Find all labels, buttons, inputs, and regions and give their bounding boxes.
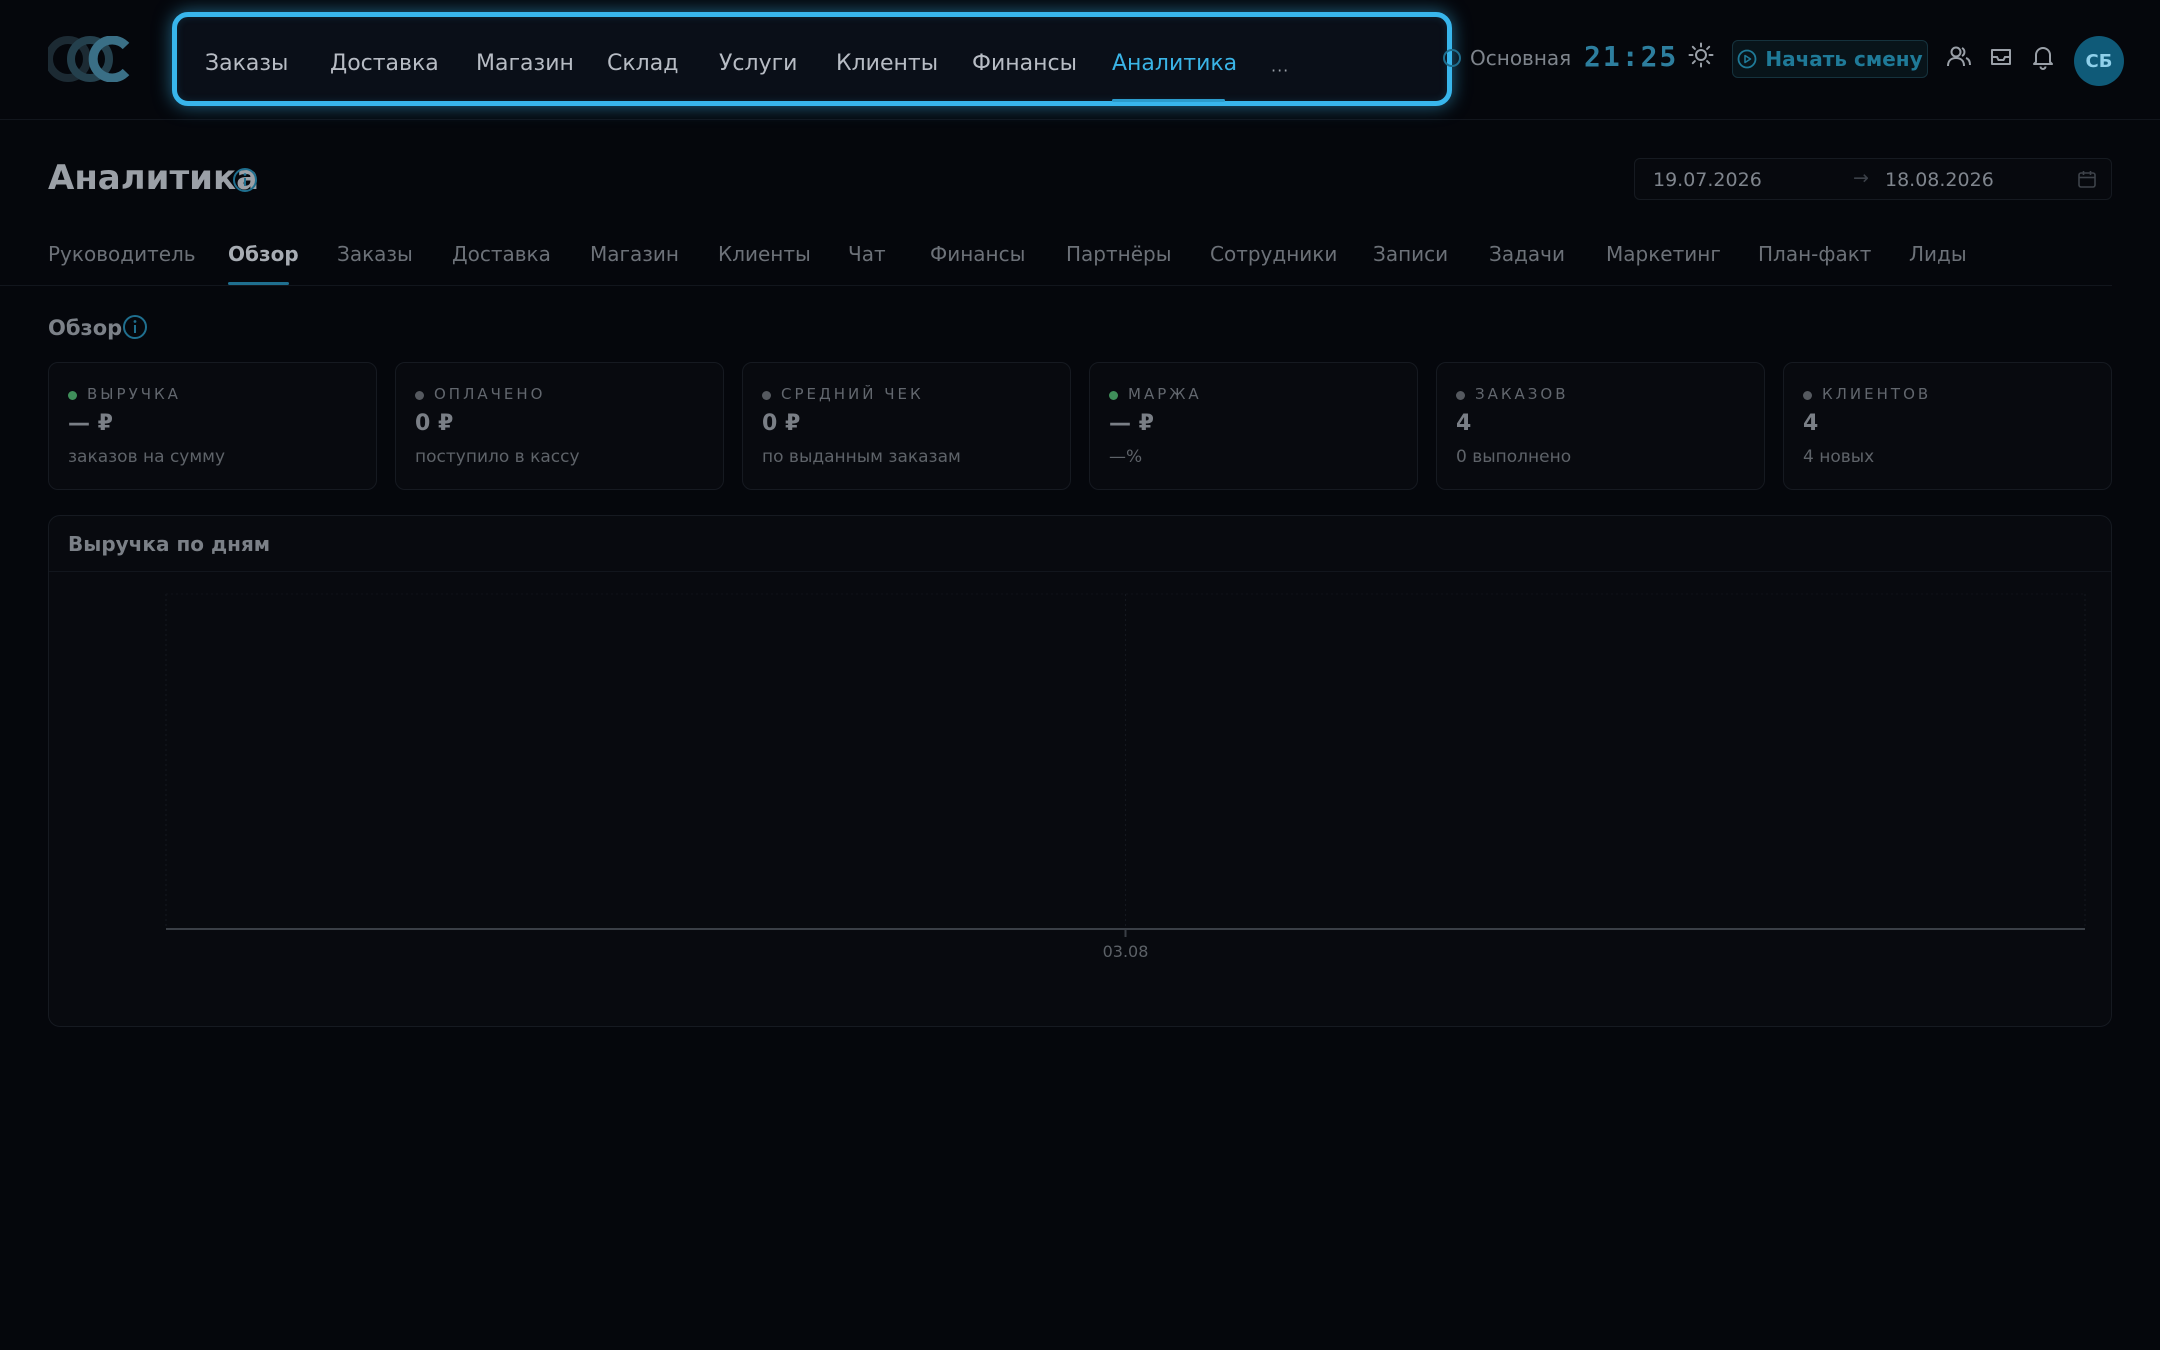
status-dot [1456, 391, 1465, 400]
inbox-icon[interactable] [1988, 44, 2014, 70]
tab-active-underline [228, 282, 289, 285]
kpi-label: СРЕДНИЙ ЧЕК [781, 385, 924, 403]
tab-chat[interactable]: Чат [848, 242, 886, 266]
tab-finance[interactable]: Финансы [930, 242, 1025, 266]
tab-delivery[interactable]: Доставка [452, 242, 551, 266]
kpi-value: 4 [1803, 411, 1819, 436]
kpi-label: МАРЖА [1128, 385, 1202, 403]
section-title: Обзор [48, 316, 123, 340]
kpi-subtitle: 4 новых [1803, 447, 1875, 467]
kpi-subtitle: 0 выполнено [1456, 447, 1572, 467]
tab-appointments[interactable]: Записи [1373, 242, 1448, 266]
info-icon[interactable] [122, 314, 148, 340]
chart-header: Выручка по дням [49, 516, 2111, 572]
avatar[interactable]: СБ [2074, 36, 2124, 86]
status-dot [415, 391, 424, 400]
nav-active-underline [1112, 99, 1225, 102]
nav-item-delivery[interactable]: Доставка [330, 51, 439, 76]
tab-overview[interactable]: Обзор [228, 242, 299, 266]
tab-partners[interactable]: Партнёры [1066, 242, 1172, 266]
branch-selector[interactable]: Основная [1442, 46, 1571, 70]
date-to[interactable]: 18.08.2026 [1885, 169, 1994, 191]
kpi-label: ВЫРУЧКА [87, 385, 181, 403]
kpi-card-clients: КЛИЕНТОВ 4 4 новых [1783, 362, 2112, 490]
main-nav: Заказы Доставка Магазин Склад Услуги Кли… [172, 12, 1452, 106]
branch-label: Основная [1470, 46, 1572, 70]
revenue-chart-panel: Выручка по дням 03.08 [48, 515, 2112, 1027]
page-title: Аналитика [48, 158, 260, 198]
date-range-picker[interactable]: 19.07.2026 → 18.08.2026 [1634, 158, 2112, 200]
tab-plan-fact[interactable]: План-факт [1758, 242, 1871, 266]
start-shift-label: Начать смену [1765, 47, 1923, 71]
kpi-value: 0 ₽ [762, 411, 801, 436]
analytics-tabs: Руководитель Обзор Заказы Доставка Магаз… [0, 238, 2112, 286]
date-arrow: → [1853, 167, 1869, 189]
tab-marketing[interactable]: Маркетинг [1606, 242, 1721, 266]
revenue-chart: 03.08 [165, 593, 2086, 961]
start-shift-button[interactable]: Начать смену [1732, 40, 1928, 78]
tab-leads[interactable]: Лиды [1909, 242, 1967, 266]
bell-icon[interactable] [2030, 44, 2056, 70]
kpi-subtitle: по выданным заказам [762, 447, 961, 467]
nav-item-clients[interactable]: Клиенты [836, 51, 938, 76]
kpi-card-revenue: ВЫРУЧКА — ₽ заказов на сумму [48, 362, 377, 490]
kpi-card-orders: ЗАКАЗОВ 4 0 выполнено [1436, 362, 1765, 490]
tab-orders[interactable]: Заказы [337, 242, 413, 266]
kpi-value: — ₽ [1109, 411, 1154, 436]
nav-item-finance[interactable]: Финансы [972, 51, 1077, 76]
kpi-subtitle: —% [1109, 447, 1143, 467]
tab-clients[interactable]: Клиенты [718, 242, 811, 266]
kpi-label: КЛИЕНТОВ [1822, 385, 1932, 403]
users-icon[interactable] [1946, 44, 1972, 70]
nav-item-shop[interactable]: Магазин [476, 51, 574, 76]
status-dot [1803, 391, 1812, 400]
logo-icon[interactable] [48, 36, 134, 82]
nav-item-services[interactable]: Услуги [719, 51, 797, 76]
info-icon[interactable] [232, 167, 258, 193]
kpi-card-paid: ОПЛАЧЕНО 0 ₽ поступило в кассу [395, 362, 724, 490]
kpi-value: 0 ₽ [415, 411, 454, 436]
calendar-icon[interactable] [2077, 169, 2097, 189]
tab-shop[interactable]: Магазин [590, 242, 679, 266]
kpi-value: — ₽ [68, 411, 113, 436]
status-dot [1109, 391, 1118, 400]
clock: 21:25 [1584, 40, 1679, 73]
status-dot [68, 391, 77, 400]
nav-more-button[interactable]: ··· [1271, 61, 1289, 80]
top-header: Заказы Доставка Магазин Склад Услуги Кли… [0, 0, 2160, 120]
tab-manager[interactable]: Руководитель [48, 242, 196, 266]
date-from[interactable]: 19.07.2026 [1653, 169, 1762, 191]
kpi-label: ЗАКАЗОВ [1475, 385, 1569, 403]
kpi-subtitle: заказов на сумму [68, 447, 226, 467]
sun-icon[interactable] [1688, 42, 1714, 68]
status-dot [762, 391, 771, 400]
chart-title: Выручка по дням [68, 532, 271, 556]
tab-employees[interactable]: Сотрудники [1210, 242, 1337, 266]
nav-item-orders[interactable]: Заказы [205, 51, 288, 76]
kpi-label: ОПЛАЧЕНО [434, 385, 546, 403]
kpi-card-average-check: СРЕДНИЙ ЧЕК 0 ₽ по выданным заказам [742, 362, 1071, 490]
kpi-value: 4 [1456, 411, 1472, 436]
location-icon [1443, 49, 1461, 67]
nav-item-warehouse[interactable]: Склад [607, 51, 678, 76]
play-circle-icon [1737, 49, 1757, 69]
chart-x-tick-label: 03.08 [1103, 942, 1149, 961]
kpi-subtitle: поступило в кассу [415, 447, 580, 467]
kpi-card-margin: МАРЖА — ₽ —% [1089, 362, 1418, 490]
nav-item-analytics[interactable]: Аналитика [1112, 51, 1237, 76]
tab-tasks[interactable]: Задачи [1489, 242, 1565, 266]
